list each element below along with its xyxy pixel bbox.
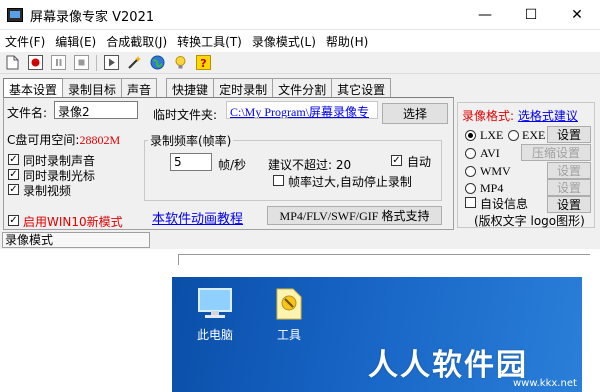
wmv-settings-button[interactable]: 设置 — [547, 162, 591, 179]
format-wmv-label: WMV — [480, 164, 511, 178]
format-exe-radio[interactable] — [508, 130, 519, 141]
watermark-url: www.kkx.net — [513, 378, 577, 389]
record-video-checkbox[interactable]: ✓ — [8, 184, 19, 195]
auto-stop-checkbox[interactable] — [273, 175, 284, 186]
toolbar: ? — [0, 52, 600, 74]
toolbar-separator — [96, 54, 97, 71]
magic-wand-icon[interactable] — [126, 54, 143, 71]
menu-help[interactable]: 帮助(H) — [321, 30, 373, 52]
help-icon[interactable]: ? — [195, 54, 212, 71]
desktop-item-label: 此电脑 — [196, 328, 233, 342]
play-icon[interactable] — [103, 54, 120, 71]
format-header: 录像格式: 选格式建议 — [462, 107, 578, 124]
stop-icon[interactable] — [73, 54, 90, 71]
format-lxe-label: LXE — [480, 128, 504, 142]
custom-info-checkbox[interactable] — [465, 197, 476, 208]
svg-text:?: ? — [200, 57, 206, 70]
fps-group-title: 录制频率(帧率) — [148, 132, 234, 149]
format-guide-link[interactable]: 选格式建议 — [518, 109, 578, 123]
lxe-settings-button[interactable]: 设置 — [547, 126, 591, 143]
tempfolder-path[interactable]: C:\My Program\屏幕录像专 — [226, 101, 378, 119]
format-panel: 录像格式: 选格式建议 LXE EXE 设置 AVI 压缩设置 WMV 设置 M… — [457, 102, 595, 228]
basic-settings-panel: 文件名: 录像2 临时文件夹: C:\My Program\屏幕录像专 选择 C… — [3, 97, 454, 230]
menu-record-mode[interactable]: 录像模式(L) — [247, 30, 321, 52]
format-title: 录像格式: — [462, 109, 515, 123]
app-icon — [7, 8, 23, 22]
tab-sound[interactable]: 声音 — [121, 78, 158, 98]
watermark-logo: 人人软件园 — [368, 348, 528, 383]
record-icon[interactable] — [27, 54, 44, 71]
compress-settings-button[interactable]: 压缩设置 — [521, 144, 591, 161]
desktop-item-tools[interactable]: 工具 — [258, 285, 320, 343]
lightbulb-icon[interactable] — [172, 54, 189, 71]
custom-info-settings-button[interactable]: 设置 — [547, 196, 591, 213]
new-file-icon[interactable] — [4, 54, 21, 71]
disk-space-label: C盘可用空间: — [7, 133, 80, 147]
format-wmv-radio[interactable] — [465, 166, 476, 177]
filename-label: 文件名: — [7, 106, 48, 120]
menu-bar: 文件(F) 编辑(E) 合成截取(J) 转换工具(T) 录像模式(L) 帮助(H… — [0, 30, 600, 52]
select-folder-button[interactable]: 选择 — [382, 103, 448, 124]
desktop-item-label: 工具 — [276, 328, 301, 342]
tutorial-link[interactable]: 本软件动画教程 — [152, 208, 243, 227]
tab-record-target[interactable]: 录制目标 — [62, 78, 123, 98]
folder-icon — [276, 288, 302, 320]
disk-space: C盘可用空间:28802M — [7, 131, 120, 148]
menu-convert[interactable]: 转换工具(T) — [172, 30, 247, 52]
custom-info-label: 自设信息 — [480, 197, 529, 211]
pause-icon[interactable] — [50, 54, 67, 71]
auto-fps-label: 自动 — [407, 155, 432, 169]
format-avi-label: AVI — [480, 146, 500, 160]
win10-mode-checkbox[interactable]: ✓ — [8, 215, 19, 226]
tab-basic[interactable]: 基本设置 — [3, 78, 64, 98]
format-mp4-radio[interactable] — [465, 183, 476, 194]
tempfolder-label: 临时文件夹: — [153, 108, 218, 122]
desktop-item-this-pc[interactable]: 此电脑 — [184, 285, 246, 343]
format-mp4-label: MP4 — [480, 181, 504, 195]
fps-suggest: 建议不超过: 20 — [268, 158, 352, 172]
globe-icon[interactable] — [149, 54, 166, 71]
close-button[interactable]: ✕ — [554, 0, 600, 30]
format-support-button[interactable]: MP4/FLV/SWF/GIF 格式支持 — [267, 206, 442, 225]
maximize-button[interactable]: ☐ — [508, 0, 554, 30]
custom-info-desc: (版权文字 logo图形) — [474, 214, 585, 228]
record-cursor-checkbox[interactable]: ✓ — [8, 169, 19, 180]
mp4-settings-button[interactable]: 设置 — [547, 179, 591, 196]
menu-edit[interactable]: 编辑(E) — [50, 30, 101, 52]
window-title: 屏幕录像专家 V2021 — [30, 10, 155, 25]
filename-input[interactable]: 录像2 — [54, 101, 138, 119]
tab-hotkeys[interactable]: 快捷键 — [166, 78, 215, 98]
format-exe-label: EXE — [522, 128, 546, 142]
fps-input[interactable]: 5 — [170, 153, 212, 171]
menu-file[interactable]: 文件(F) — [0, 30, 50, 52]
title-bar: 屏幕录像专家 V2021 — ☐ ✕ — [0, 0, 600, 30]
format-lxe-radio[interactable] — [465, 130, 476, 141]
preview-ruler — [178, 254, 590, 266]
auto-stop-label: 帧率过大,自动停止录制 — [288, 175, 412, 189]
format-avi-radio[interactable] — [465, 148, 476, 159]
fps-unit: 帧/秒 — [218, 158, 247, 172]
minimize-button[interactable]: — — [462, 0, 508, 30]
tab-schedule[interactable]: 定时录制 — [213, 78, 274, 98]
menu-compose[interactable]: 合成截取(J) — [101, 30, 172, 52]
computer-icon — [198, 288, 232, 318]
win10-mode-label: 启用WIN10新模式 — [23, 215, 123, 229]
auto-fps-checkbox[interactable]: ✓ — [391, 155, 402, 166]
disk-space-value: 28802M — [79, 133, 121, 147]
mode-list-area[interactable] — [0, 249, 176, 392]
tab-other[interactable]: 其它设置 — [331, 78, 392, 98]
tab-file-split[interactable]: 文件分割 — [272, 78, 333, 98]
record-video-label: 录制视频 — [23, 184, 72, 198]
record-sound-checkbox[interactable]: ✓ — [8, 154, 19, 165]
settings-tabs: 基本设置 录制目标 声音 快捷键 定时录制 文件分割 其它设置 — [3, 78, 392, 98]
record-mode-panel-label[interactable]: 录像模式 — [2, 232, 150, 248]
